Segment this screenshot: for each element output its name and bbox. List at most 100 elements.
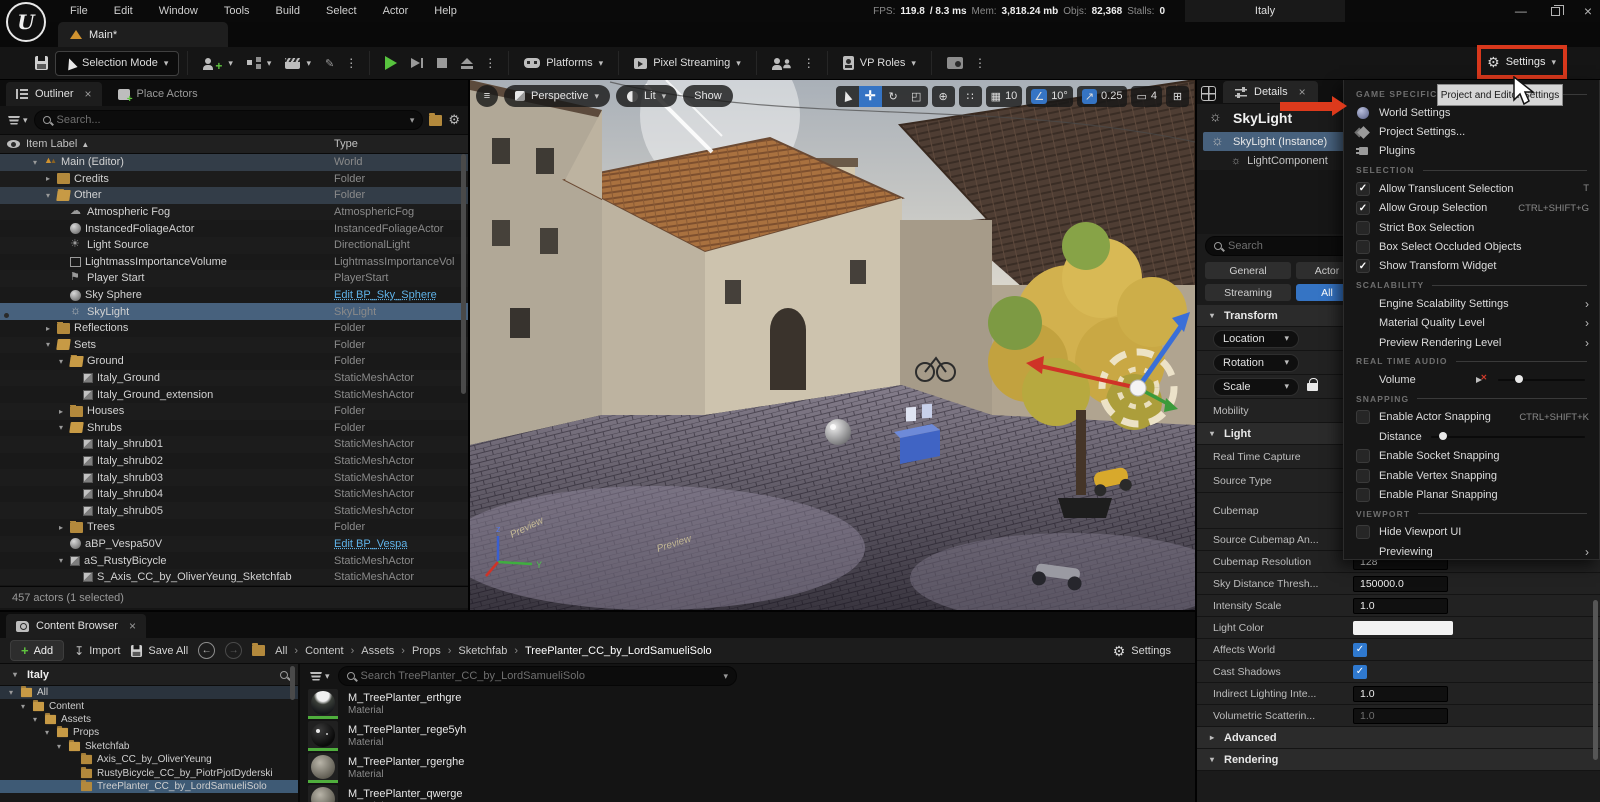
outliner-close-icon[interactable]: × <box>85 87 92 101</box>
menu-item-show-transform-widget[interactable]: ✓Show Transform Widget <box>1344 257 1599 276</box>
lock-icon[interactable] <box>1307 383 1318 391</box>
menu-item-project-settings-[interactable]: Project Settings... <box>1344 122 1599 141</box>
outliner-row[interactable]: S_Axis_CC_by_OliverYeung_SketchfabStatic… <box>0 569 468 586</box>
viewport[interactable]: z Y Preview Preview ≡ Perspective▾ Lit▾ … <box>470 80 1195 610</box>
menubar-item-edit[interactable]: Edit <box>102 2 145 20</box>
outliner-row[interactable]: ▾SetsFolder <box>0 337 468 354</box>
menubar-item-build[interactable]: Build <box>264 2 312 20</box>
menu-checkbox[interactable] <box>1356 240 1370 254</box>
viewport-layout-icon[interactable] <box>1201 86 1216 101</box>
sources-scrollbar[interactable] <box>290 666 295 700</box>
tab-place-actors[interactable]: Place Actors <box>108 82 208 106</box>
menubar-item-select[interactable]: Select <box>314 2 369 20</box>
menu-checkbox[interactable] <box>1356 221 1370 235</box>
outliner-row[interactable]: Italy_shrub01StaticMeshActor <box>0 436 468 453</box>
outliner-row[interactable]: Italy_shrub03StaticMeshActor <box>0 469 468 486</box>
tab-details[interactable]: Details × <box>1223 81 1318 103</box>
outliner-row[interactable]: ▾OtherFolder <box>0 187 468 204</box>
expander-icon[interactable]: ▾ <box>56 357 66 366</box>
menu-checkbox[interactable] <box>1356 488 1370 502</box>
outliner-row[interactable]: Italy_Ground_extensionStaticMeshActor <box>0 386 468 403</box>
outliner-row[interactable]: Atmospheric FogAtmosphericFog <box>0 204 468 221</box>
details-search[interactable] <box>1205 236 1355 256</box>
blueprints-button[interactable]: ▾ <box>240 53 279 73</box>
collection-header[interactable]: ▾ Italy <box>0 664 298 686</box>
asset-search[interactable]: ▾ <box>338 666 737 686</box>
menu-item-previewing[interactable]: Previewing› <box>1344 542 1599 561</box>
transform-scale-dropdown[interactable]: Scale▾ <box>1213 378 1299 396</box>
expander-icon[interactable]: ▸ <box>56 407 66 416</box>
tree-expander-icon[interactable]: ▾ <box>18 702 28 711</box>
rotate-tool[interactable]: ↻ <box>882 86 905 107</box>
expander-icon[interactable]: ▸ <box>43 324 53 333</box>
section-expander-icon[interactable]: ▸ <box>1207 733 1217 742</box>
menu-checkbox[interactable]: ✓ <box>1356 182 1370 196</box>
details-row-advanced[interactable]: ▸Advanced <box>1197 727 1600 749</box>
play-button[interactable] <box>378 52 404 74</box>
perspective-dropdown[interactable]: Perspective▾ <box>504 85 610 107</box>
menubar-item-tools[interactable]: Tools <box>212 2 262 20</box>
outliner-row[interactable]: Sky SphereEdit BP_Sky_Sphere <box>0 287 468 304</box>
menu-item-enable-actor-snapping[interactable]: Enable Actor SnappingCTRL+SHIFT+K <box>1344 408 1599 427</box>
move-tool[interactable]: ✛ <box>859 86 882 107</box>
property-input[interactable]: 150000.0 <box>1353 576 1448 592</box>
asset-row[interactable]: M_TreePlanter_erthgreMaterial <box>300 688 1195 720</box>
folder-tree-row[interactable]: RustyBicycle_CC_by_PiotrPjotDyderski <box>0 766 298 779</box>
section-expander-icon[interactable]: ▾ <box>1207 755 1217 764</box>
details-filter-streaming[interactable]: Streaming <box>1205 284 1291 301</box>
tab-outliner[interactable]: Outliner × <box>6 82 102 106</box>
details-row-rendering[interactable]: ▾Rendering <box>1197 749 1600 771</box>
asset-search-input[interactable] <box>361 670 718 682</box>
expander-icon[interactable]: ▾ <box>56 423 66 432</box>
details-scrollbar[interactable] <box>1593 600 1598 760</box>
minimize-button[interactable]: — <box>1515 4 1527 18</box>
details-row-affects-world[interactable]: Affects World✓ <box>1197 639 1600 661</box>
save-all-button[interactable]: Save All <box>130 644 188 658</box>
outliner-row[interactable]: ▸ReflectionsFolder <box>0 320 468 337</box>
visibility-column-icon[interactable] <box>7 140 20 148</box>
menubar-item-help[interactable]: Help <box>422 2 469 20</box>
menu-item-plugins[interactable]: Plugins <box>1344 142 1599 161</box>
multi-user-button[interactable] <box>765 54 799 72</box>
eject-button[interactable] <box>454 54 480 73</box>
section-expander-icon[interactable]: ▾ <box>1207 429 1217 438</box>
tree-expander-icon[interactable]: ▾ <box>6 688 16 697</box>
outliner-row[interactable]: SkyLightSkyLight <box>0 303 468 320</box>
menu-item-distance[interactable]: Distance <box>1344 427 1599 446</box>
folder-tree-row[interactable]: TreePlanter_CC_by_LordSamueliSolo <box>0 780 298 793</box>
breadcrumb-item[interactable]: Sketchfab <box>458 645 507 657</box>
asset-row[interactable]: M_TreePlanter_rgergheMaterial <box>300 752 1195 784</box>
folder-tree-row[interactable]: ▾All <box>0 686 298 699</box>
outliner-row[interactable]: aBP_Vespa50VEdit BP_Vespa <box>0 536 468 553</box>
menu-checkbox[interactable]: ✓ <box>1356 201 1370 215</box>
actor-instance-row[interactable]: SkyLight (Instance) <box>1203 132 1361 151</box>
volume-muted-icon[interactable] <box>1476 375 1489 385</box>
property-checkbox[interactable]: ✓ <box>1353 665 1367 679</box>
breadcrumb-item[interactable]: Props <box>412 645 441 657</box>
menu-item-box-select-occluded-objects[interactable]: Box Select Occluded Objects <box>1344 237 1599 256</box>
add-button[interactable]: + Add <box>10 640 64 661</box>
expander-icon[interactable]: ▾ <box>43 191 53 200</box>
expander-icon[interactable]: ▾ <box>30 158 40 167</box>
outliner-row[interactable]: ▸CreditsFolder <box>0 171 468 188</box>
slider-handle[interactable] <box>1515 375 1523 383</box>
folder-tree-row[interactable]: ▾Props <box>0 726 298 739</box>
outliner-search[interactable]: ▾ <box>34 110 424 130</box>
menu-item-engine-scalability-settings[interactable]: Engine Scalability Settings› <box>1344 294 1599 313</box>
menu-item-preview-rendering-level[interactable]: Preview Rendering Level› <box>1344 333 1599 352</box>
play-options-menu[interactable]: ⋮ <box>480 56 500 70</box>
menu-slider[interactable] <box>1498 379 1586 381</box>
tab-content-browser[interactable]: Content Browser × <box>6 614 146 638</box>
outliner-row[interactable]: Light SourceDirectionalLight <box>0 237 468 254</box>
transform-location-dropdown[interactable]: Location▾ <box>1213 330 1299 348</box>
menu-checkbox[interactable]: ✓ <box>1356 259 1370 273</box>
content-browser-settings-button[interactable]: ⚙ Settings <box>1113 644 1171 658</box>
outliner-settings-button[interactable]: ⚙ <box>448 112 460 128</box>
unreal-logo-icon[interactable]: U <box>6 2 46 42</box>
outliner-row[interactable]: Player StartPlayerStart <box>0 270 468 287</box>
outliner-row[interactable]: ▸HousesFolder <box>0 403 468 420</box>
menu-checkbox[interactable] <box>1356 410 1370 424</box>
outliner-row[interactable]: InstancedFoliageActorInstancedFoliageAct… <box>0 220 468 237</box>
scale-tool[interactable]: ◰ <box>905 86 928 107</box>
asset-row[interactable]: M_TreePlanter_rege5yhMaterial <box>300 720 1195 752</box>
